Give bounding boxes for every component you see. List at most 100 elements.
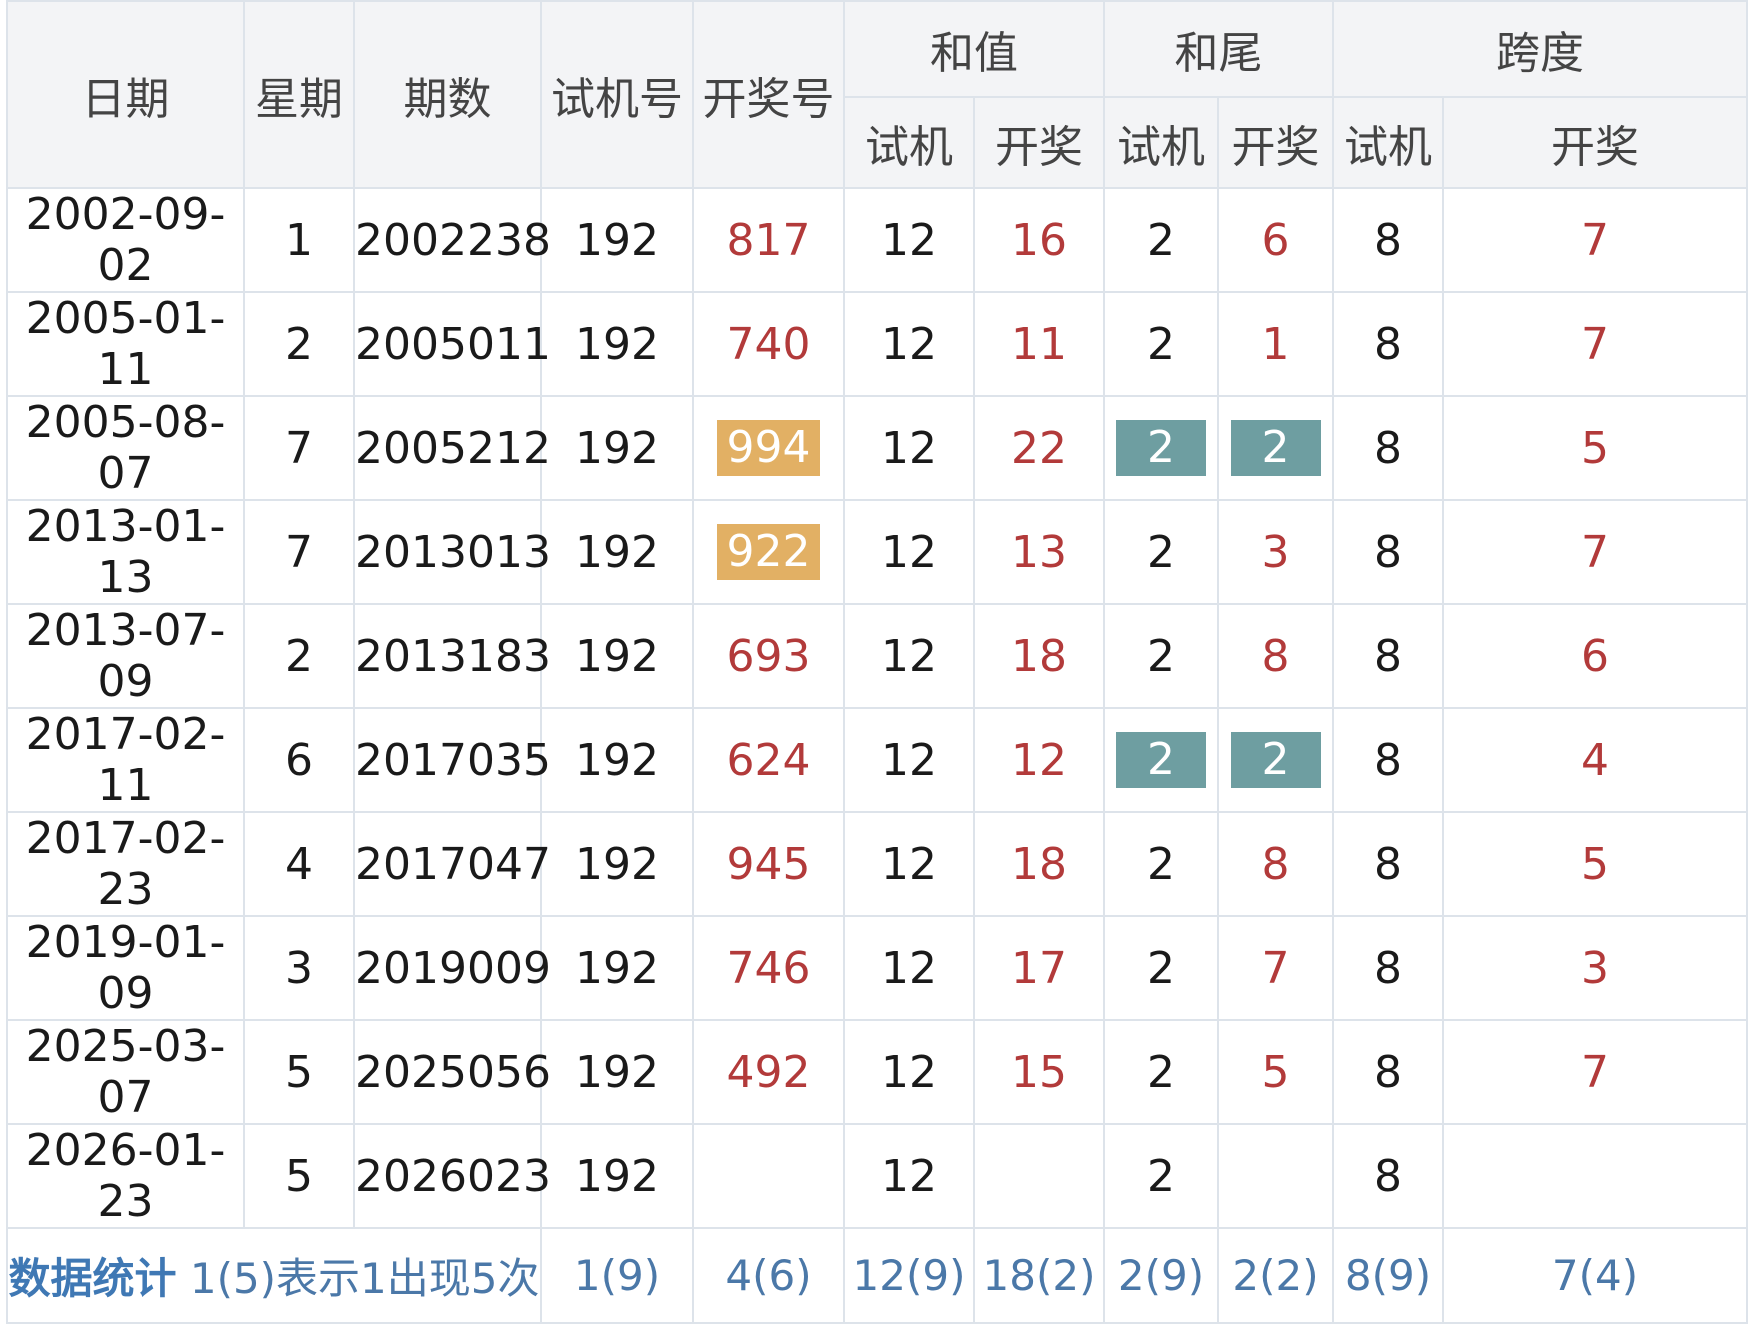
weekday-cell: 2: [243, 291, 355, 397]
span-trial-cell: 8: [1332, 291, 1444, 397]
trial-cell: 192: [540, 187, 694, 293]
span-draw-cell: 7: [1442, 1019, 1748, 1125]
weekday-cell: 1: [243, 187, 355, 293]
tail-draw-cell: 3: [1217, 499, 1334, 605]
subheader-sum-draw: 开奖: [973, 96, 1105, 189]
header-date: 日期: [6, 0, 245, 189]
span-draw-cell: 3: [1442, 915, 1748, 1021]
issue-cell: 2026023: [353, 1123, 551, 1229]
sum-trial-cell: 12: [843, 1019, 975, 1125]
header-span: 跨度: [1332, 0, 1748, 98]
trial-cell: 192: [540, 1123, 694, 1229]
weekday-cell: 7: [243, 395, 355, 501]
lottery-history-table: 日期 星期 期数 试机号 开奖号 和值 和尾 跨度 试机 开奖 试机 开奖 试机…: [6, 0, 1748, 1324]
issue-cell: 2013013: [353, 499, 551, 605]
tail-trial-cell: 2: [1103, 1123, 1219, 1229]
span-trial-cell: 8: [1332, 1019, 1444, 1125]
span-trial-cell: 8: [1332, 395, 1444, 501]
subheader-tail-trial: 试机: [1103, 96, 1219, 189]
draw-cell: 922: [692, 499, 845, 605]
stats-sum-draw-cell: 18(2): [973, 1227, 1105, 1324]
subheader-span-trial: 试机: [1332, 96, 1444, 189]
span-trial-cell: 8: [1332, 811, 1444, 917]
header-sum: 和值: [843, 0, 1105, 98]
span-trial-cell: 8: [1332, 915, 1444, 1021]
tail-draw-cell: 8: [1217, 603, 1334, 709]
tail-match-badge: 2: [1230, 732, 1321, 788]
stats-span-draw-cell: 7(4): [1442, 1227, 1748, 1324]
weekday-cell: 3: [243, 915, 355, 1021]
span-trial-cell: 8: [1332, 707, 1444, 813]
sum-trial-cell: 12: [843, 811, 975, 917]
table-row: 2019-01-09 3 2019009 192 746 12 17 2 7 8…: [6, 915, 1748, 1021]
weekday-cell: 6: [243, 707, 355, 813]
tail-draw-cell: 5: [1217, 1019, 1334, 1125]
tail-trial-cell: 2: [1103, 291, 1219, 397]
sum-draw-cell: 17: [973, 915, 1105, 1021]
span-draw-cell: 5: [1442, 395, 1748, 501]
span-draw-cell: 5: [1442, 811, 1748, 917]
draw-highlight-badge: 922: [716, 524, 821, 580]
table-row: 2005-08-07 7 2005212 192 994 12 22 2 2 8…: [6, 395, 1748, 501]
trial-cell: 192: [540, 915, 694, 1021]
tail-draw-cell: 2: [1217, 707, 1334, 813]
header-draw-number: 开奖号: [692, 0, 845, 189]
issue-cell: 2019009: [353, 915, 551, 1021]
date-cell: 2013-01-13: [6, 499, 245, 605]
draw-cell: 746: [692, 915, 845, 1021]
trial-cell: 192: [540, 603, 694, 709]
sum-draw-cell: 22: [973, 395, 1105, 501]
date-cell: 2026-01-23: [6, 1123, 245, 1229]
span-draw-cell: 7: [1442, 291, 1748, 397]
date-cell: 2019-01-09: [6, 915, 245, 1021]
sum-trial-cell: 12: [843, 187, 975, 293]
subheader-span-draw: 开奖: [1442, 96, 1748, 189]
table-row: 2013-07-09 2 2013183 192 693 12 18 2 8 8…: [6, 603, 1748, 709]
tail-draw-cell: 8: [1217, 811, 1334, 917]
draw-cell: 994: [692, 395, 845, 501]
sum-trial-cell: 12: [843, 291, 975, 397]
weekday-cell: 5: [243, 1019, 355, 1125]
table-row: 2005-01-11 2 2005011 192 740 12 11 2 1 8…: [6, 291, 1748, 397]
date-cell: 2013-07-09: [6, 603, 245, 709]
sum-draw-cell: 18: [973, 811, 1105, 917]
stats-note: 1(5)表示1出现5次: [189, 1254, 540, 1303]
issue-cell: 2013183: [353, 603, 551, 709]
sum-draw-cell: 16: [973, 187, 1105, 293]
span-trial-cell: 8: [1332, 1123, 1444, 1229]
header-sum-tail: 和尾: [1103, 0, 1334, 98]
table-row: 2026-01-23 5 2026023 192 12 2 8: [6, 1123, 1748, 1229]
sum-draw-cell: [973, 1123, 1105, 1229]
date-cell: 2005-08-07: [6, 395, 245, 501]
sum-draw-cell: 18: [973, 603, 1105, 709]
tail-trial-cell: 2: [1103, 707, 1219, 813]
tail-trial-cell: 2: [1103, 1019, 1219, 1125]
stats-row: 数据统计 1(5)表示1出现5次 1(9) 4(6) 12(9) 18(2) 2…: [6, 1227, 1748, 1324]
sum-trial-cell: 12: [843, 1123, 975, 1229]
trial-cell: 192: [540, 291, 694, 397]
trial-cell: 192: [540, 707, 694, 813]
draw-cell: 693: [692, 603, 845, 709]
issue-cell: 2005212: [353, 395, 551, 501]
date-cell: 2017-02-11: [6, 707, 245, 813]
issue-cell: 2017035: [353, 707, 551, 813]
weekday-cell: 4: [243, 811, 355, 917]
table-row: 2017-02-11 6 2017035 192 624 12 12 2 2 8…: [6, 707, 1748, 813]
weekday-cell: 7: [243, 499, 355, 605]
header-weekday: 星期: [243, 0, 355, 189]
tail-trial-cell: 2: [1103, 187, 1219, 293]
table-row: 2025-03-07 5 2025056 192 492 12 15 2 5 8…: [6, 1019, 1748, 1125]
sum-trial-cell: 12: [843, 707, 975, 813]
header-issue: 期数: [353, 0, 542, 189]
issue-cell: 2025056: [353, 1019, 551, 1125]
span-trial-cell: 8: [1332, 187, 1444, 293]
tail-draw-cell: [1217, 1123, 1334, 1229]
weekday-cell: 2: [243, 603, 355, 709]
span-draw-cell: [1442, 1123, 1748, 1229]
trial-cell: 192: [540, 395, 694, 501]
table-row: 2017-02-23 4 2017047 192 945 12 18 2 8 8…: [6, 811, 1748, 917]
span-draw-cell: 7: [1442, 499, 1748, 605]
stats-tail-trial-cell: 2(9): [1103, 1227, 1219, 1324]
weekday-cell: 5: [243, 1123, 355, 1229]
date-cell: 2025-03-07: [6, 1019, 245, 1125]
